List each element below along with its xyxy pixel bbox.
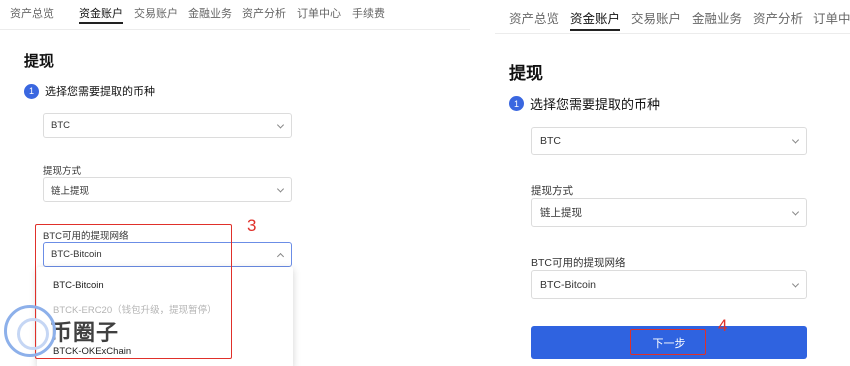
chevron-down-icon — [791, 136, 800, 144]
right-screenshot-panel: 资产总览 资金账户 交易账户 金融业务 资产分析 订单中心 提现 1 选择您需要… — [495, 0, 850, 366]
tab-trading-account[interactable]: 交易账户 — [631, 8, 681, 27]
network-select-value: BTC-Bitcoin — [540, 278, 597, 291]
annotation-highlight-box — [630, 329, 706, 355]
step-label: 选择您需要提取的币种 — [45, 86, 155, 98]
step-label: 选择您需要提取的币种 — [530, 97, 661, 112]
currency-select[interactable]: BTC — [43, 113, 292, 138]
tab-trading-account[interactable]: 交易账户 — [134, 5, 178, 21]
currency-select-value: BTC — [51, 120, 70, 131]
page-title: 提现 — [509, 64, 543, 83]
step-number-badge: 1 — [509, 96, 524, 111]
tab-funding-account[interactable]: 资金账户 — [79, 5, 123, 24]
watermark: 币圈子 — [4, 305, 119, 357]
page-title: 提现 — [24, 53, 55, 70]
withdraw-method-label: 提现方式 — [531, 185, 573, 197]
tab-asset-analysis[interactable]: 资产分析 — [242, 5, 286, 21]
chevron-down-icon — [791, 207, 800, 216]
network-label: BTC可用的提现网络 — [531, 257, 626, 269]
tab-financial-services[interactable]: 金融业务 — [692, 8, 742, 27]
tab-financial-services[interactable]: 金融业务 — [188, 5, 232, 21]
tab-asset-overview[interactable]: 资产总览 — [10, 5, 54, 21]
withdraw-method-value: 链上提现 — [51, 185, 90, 197]
withdraw-method-select[interactable]: 链上提现 — [531, 198, 807, 227]
tab-asset-analysis[interactable]: 资产分析 — [753, 8, 803, 27]
currency-select-value: BTC — [540, 135, 561, 147]
withdraw-method-select[interactable]: 链上提现 — [43, 177, 292, 202]
tab-order-center[interactable]: 订单中心 — [297, 5, 341, 21]
network-select[interactable]: BTC-Bitcoin — [531, 270, 807, 299]
withdraw-method-value: 链上提现 — [540, 207, 582, 219]
account-nav-tabs: 资产总览 资金账户 交易账户 金融业务 资产分析 订单中心 — [495, 0, 850, 34]
withdraw-method-label: 提现方式 — [43, 166, 82, 177]
chevron-up-icon — [276, 252, 285, 260]
watermark-logo-icon — [4, 305, 56, 357]
currency-select[interactable]: BTC — [531, 127, 807, 155]
watermark-text: 币圈子 — [50, 320, 120, 345]
annotation-step-number: 3 — [247, 216, 257, 235]
step-indicator: 1 选择您需要提取的币种 — [509, 94, 660, 113]
tab-fees[interactable]: 手续费 — [352, 5, 385, 21]
chevron-down-icon — [276, 120, 285, 129]
tab-funding-account[interactable]: 资金账户 — [570, 8, 621, 31]
chevron-down-icon — [791, 279, 800, 288]
tab-order-center[interactable]: 订单中心 — [813, 8, 850, 27]
step-number-badge: 1 — [24, 83, 39, 99]
annotation-step-number: 4 — [718, 316, 728, 335]
step-indicator: 1 选择您需要提取的币种 — [24, 83, 155, 99]
tab-asset-overview[interactable]: 资产总览 — [509, 8, 559, 27]
panel-divider — [470, 0, 495, 366]
account-nav-tabs: 资产总览 资金账户 交易账户 金融业务 资产分析 订单中心 手续费 — [0, 0, 470, 30]
chevron-down-icon — [276, 184, 285, 193]
left-screenshot-panel: 资产总览 资金账户 交易账户 金融业务 资产分析 订单中心 手续费 提现 1 选… — [0, 0, 470, 366]
